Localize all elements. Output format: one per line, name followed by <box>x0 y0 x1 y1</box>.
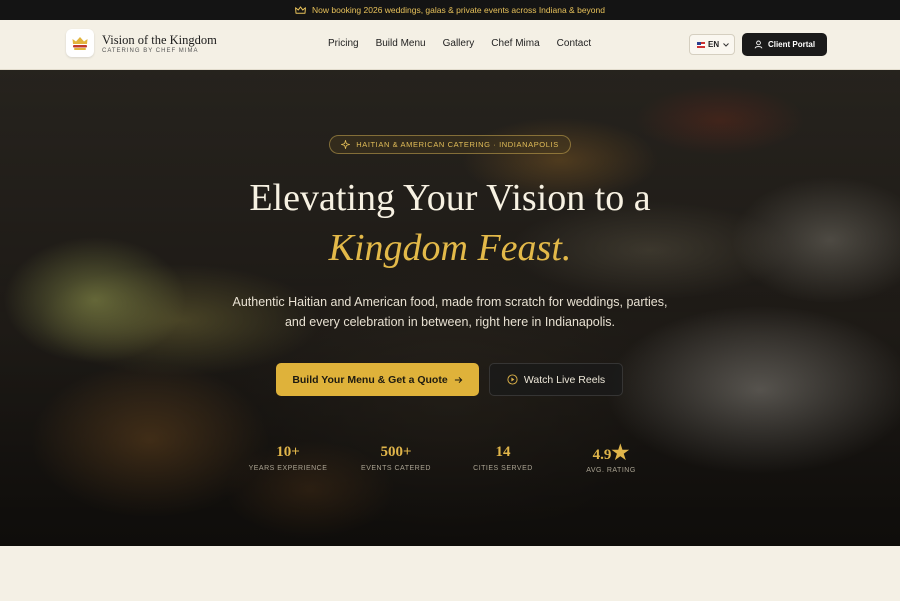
stat-rating: 4.9★ AVG. RATING <box>551 440 671 474</box>
hero-badge-text: HAITIAN & AMERICAN CATERING · INDIANAPOL… <box>356 140 559 149</box>
sparkle-icon <box>341 140 351 149</box>
next-section <box>0 546 900 601</box>
crown-logo-icon <box>72 37 88 50</box>
primary-cta-label: Build Your Menu & Get a Quote <box>292 373 448 386</box>
nav-item-build-menu[interactable]: Build Menu <box>376 38 426 49</box>
stat-value: 10+ <box>276 444 300 460</box>
build-menu-quote-button[interactable]: Build Your Menu & Get a Quote <box>276 363 479 396</box>
site-header: Vision of the Kingdom CATERING BY CHEF M… <box>0 20 900 70</box>
hero-title-line2: Kingdom Feast. <box>328 227 572 269</box>
secondary-cta-label: Watch Live Reels <box>523 373 606 386</box>
nav-item-chef-mima[interactable]: Chef Mima <box>491 38 539 49</box>
language-label: EN <box>708 40 720 49</box>
star-icon: ★ <box>611 442 630 464</box>
brand[interactable]: Vision of the Kingdom CATERING BY CHEF M… <box>102 33 217 54</box>
client-portal-label: Client Portal <box>767 40 816 49</box>
arrow-right-icon <box>454 376 463 383</box>
stat-value: 14 <box>495 444 511 460</box>
stat-label: AVG. RATING <box>586 467 636 474</box>
announcement-text: Now booking 2026 weddings, galas & priva… <box>312 5 605 15</box>
language-selector[interactable]: EN <box>689 34 735 55</box>
stat-years: 10+ YEARS EXPERIENCE <box>228 444 348 472</box>
hero-badge: HAITIAN & AMERICAN CATERING · INDIANAPOL… <box>329 135 571 154</box>
client-portal-button[interactable]: Client Portal <box>742 33 827 56</box>
hero-lead: Authentic Haitian and American food, mad… <box>232 295 668 329</box>
watch-live-reels-button[interactable]: Watch Live Reels <box>489 363 623 396</box>
brand-name: Vision of the Kingdom <box>102 33 217 47</box>
hero-title-line1: Elevating Your Vision to a <box>249 177 651 219</box>
stat-label: EVENTS CATERED <box>361 465 431 472</box>
stat-value: 500+ <box>380 444 412 460</box>
brand-logo[interactable] <box>66 29 94 57</box>
nav-item-gallery[interactable]: Gallery <box>443 38 475 49</box>
us-flag-icon <box>697 41 705 48</box>
rating-number: 4.9 <box>592 447 612 463</box>
play-circle-icon <box>507 374 518 385</box>
chevron-down-icon <box>723 42 729 47</box>
stat-label: YEARS EXPERIENCE <box>248 465 328 472</box>
nav-item-contact[interactable]: Contact <box>557 38 591 49</box>
hero-section: HAITIAN & AMERICAN CATERING · INDIANAPOL… <box>0 70 900 546</box>
stat-label: CITIES SERVED <box>473 465 533 472</box>
brand-subtitle: CATERING BY CHEF MIMA <box>102 48 199 54</box>
stat-events: 500+ EVENTS CATERED <box>336 444 456 472</box>
stat-value: 4.9★ <box>551 440 671 466</box>
stat-cities: 14 CITIES SERVED <box>443 444 563 472</box>
main-nav: Pricing Build Menu Gallery Chef Mima Con… <box>328 38 591 49</box>
crown-icon <box>295 5 306 14</box>
announcement-bar: Now booking 2026 weddings, galas & priva… <box>0 0 900 20</box>
user-icon <box>754 40 763 49</box>
nav-item-pricing[interactable]: Pricing <box>328 38 359 49</box>
